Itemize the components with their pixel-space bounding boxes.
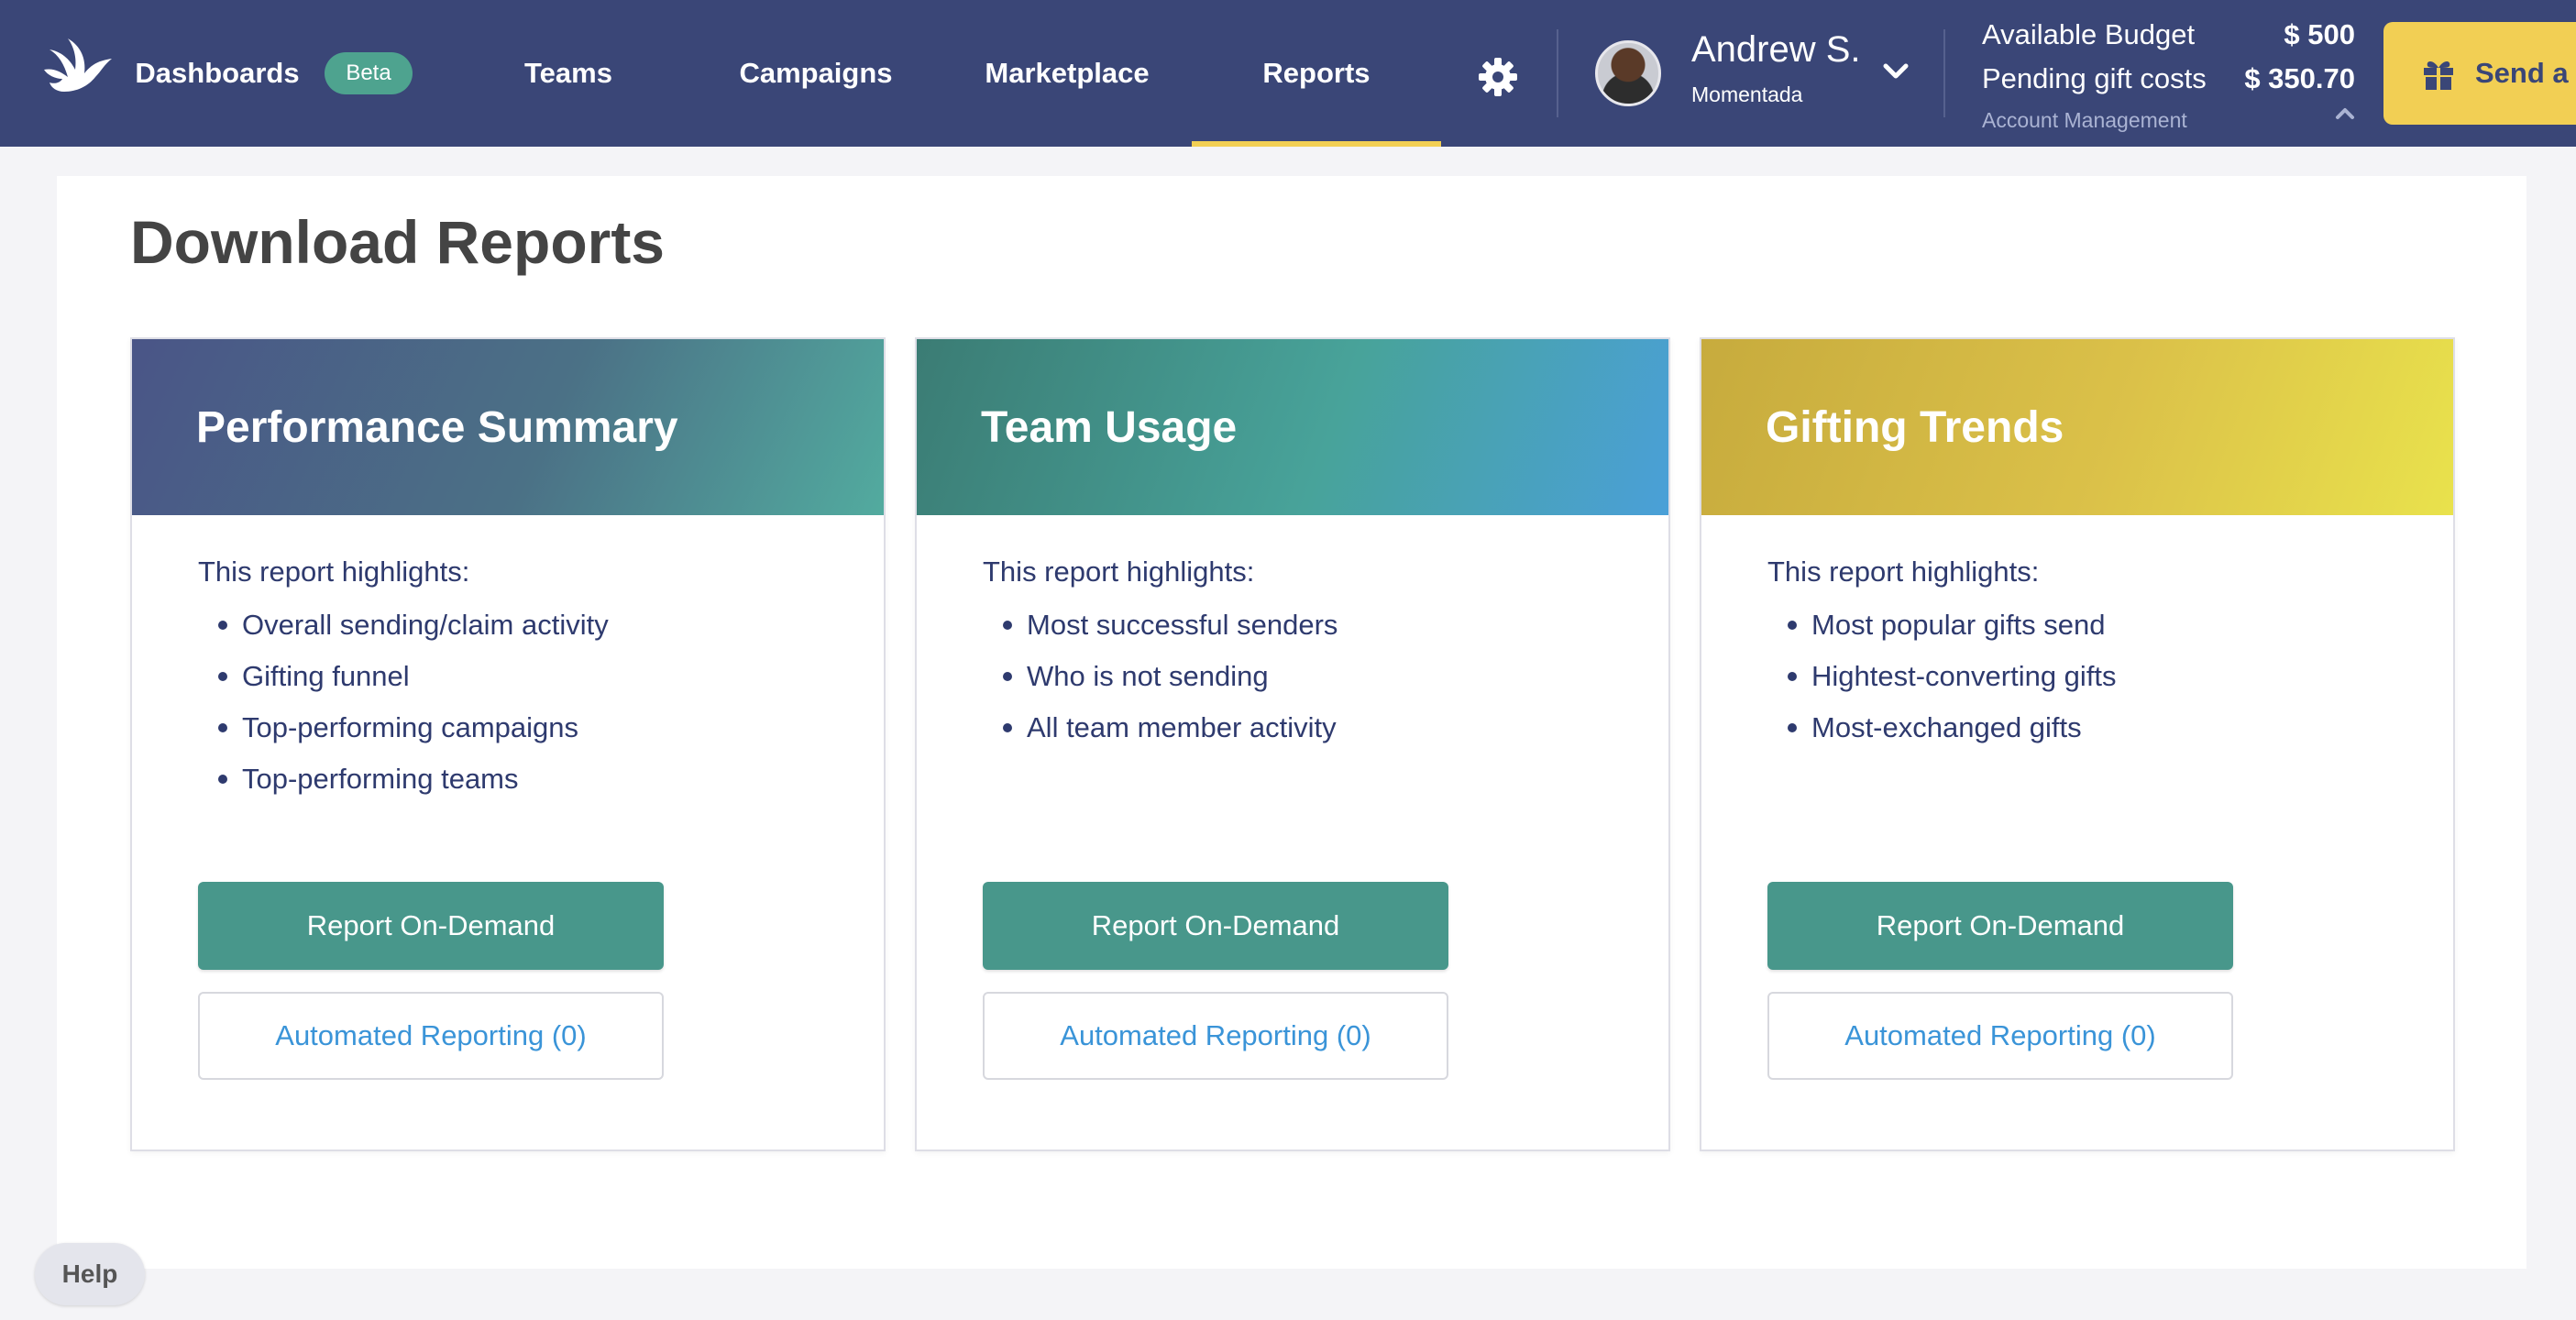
avatar[interactable] xyxy=(1595,40,1661,106)
highlights-list: Overall sending/claim activity Gifting f… xyxy=(218,607,609,812)
list-item: Gifting funnel xyxy=(218,658,609,710)
automated-reporting-button[interactable]: Automated Reporting (0) xyxy=(1767,992,2233,1080)
chevron-up-icon[interactable] xyxy=(2334,106,2356,121)
list-item: All team member activity xyxy=(1002,710,1338,761)
nav-divider xyxy=(1943,29,1945,117)
automated-reporting-button[interactable]: Automated Reporting (0) xyxy=(198,992,664,1080)
page-title: Download Reports xyxy=(130,208,666,276)
top-navbar: Dashboards Beta Teams Campaigns Marketpl… xyxy=(0,0,2576,147)
highlights-list: Most successful senders Who is not sendi… xyxy=(1002,607,1338,761)
send-gift-label: Send a g xyxy=(2475,57,2576,89)
list-item: Hightest-converting gifts xyxy=(1788,658,2117,710)
list-item: Most-exchanged gifts xyxy=(1788,710,2117,761)
nav-divider xyxy=(1557,29,1558,117)
automated-reporting-button[interactable]: Automated Reporting (0) xyxy=(983,992,1448,1080)
nav-campaigns[interactable]: Campaigns xyxy=(724,0,908,147)
nav-reports[interactable]: Reports xyxy=(1192,0,1441,147)
send-gift-button[interactable]: Send a g xyxy=(2383,22,2576,125)
card-intro: This report highlights: xyxy=(983,556,1255,588)
report-on-demand-button[interactable]: Report On-Demand xyxy=(983,882,1448,970)
beta-badge: Beta xyxy=(325,52,413,94)
card-title: Team Usage xyxy=(981,402,1238,452)
report-card-gifting-trends: Gifting Trends This report highlights: M… xyxy=(1700,337,2455,1151)
gift-icon xyxy=(2424,61,2453,90)
available-budget-value: $ 500 xyxy=(2284,18,2355,50)
list-item: Most popular gifts send xyxy=(1788,607,2117,658)
nav-marketplace[interactable]: Marketplace xyxy=(972,0,1162,147)
dove-logo-icon[interactable] xyxy=(40,37,114,97)
chevron-down-icon[interactable] xyxy=(1881,60,1910,82)
pending-costs-label: Pending gift costs xyxy=(1982,62,2207,94)
gear-icon[interactable] xyxy=(1478,57,1518,97)
card-title: Gifting Trends xyxy=(1766,402,2064,452)
card-header: Gifting Trends xyxy=(1701,339,2453,515)
account-management-link[interactable]: Account Management xyxy=(1982,108,2187,133)
card-header: Team Usage xyxy=(917,339,1668,515)
list-item: Who is not sending xyxy=(1002,658,1338,710)
nav-dashboards[interactable]: Dashboards xyxy=(135,0,299,147)
pending-costs-value: $ 350.70 xyxy=(2244,62,2355,94)
card-intro: This report highlights: xyxy=(198,556,470,588)
list-item: Overall sending/claim activity xyxy=(218,607,609,658)
report-card-performance-summary: Performance Summary This report highligh… xyxy=(130,337,886,1151)
highlights-list: Most popular gifts send Hightest-convert… xyxy=(1788,607,2117,761)
card-header: Performance Summary xyxy=(132,339,884,515)
user-name[interactable]: Andrew S. xyxy=(1691,29,1861,71)
list-item: Top-performing teams xyxy=(218,761,609,812)
available-budget-label: Available Budget xyxy=(1982,18,2196,50)
card-intro: This report highlights: xyxy=(1767,556,2040,588)
report-on-demand-button[interactable]: Report On-Demand xyxy=(1767,882,2233,970)
help-button[interactable]: Help xyxy=(35,1243,145,1305)
user-company: Momentada xyxy=(1691,82,1803,106)
list-item: Top-performing campaigns xyxy=(218,710,609,761)
card-title: Performance Summary xyxy=(196,402,678,452)
nav-teams[interactable]: Teams xyxy=(495,0,642,147)
report-on-demand-button[interactable]: Report On-Demand xyxy=(198,882,664,970)
list-item: Most successful senders xyxy=(1002,607,1338,658)
report-card-team-usage: Team Usage This report highlights: Most … xyxy=(915,337,1670,1151)
